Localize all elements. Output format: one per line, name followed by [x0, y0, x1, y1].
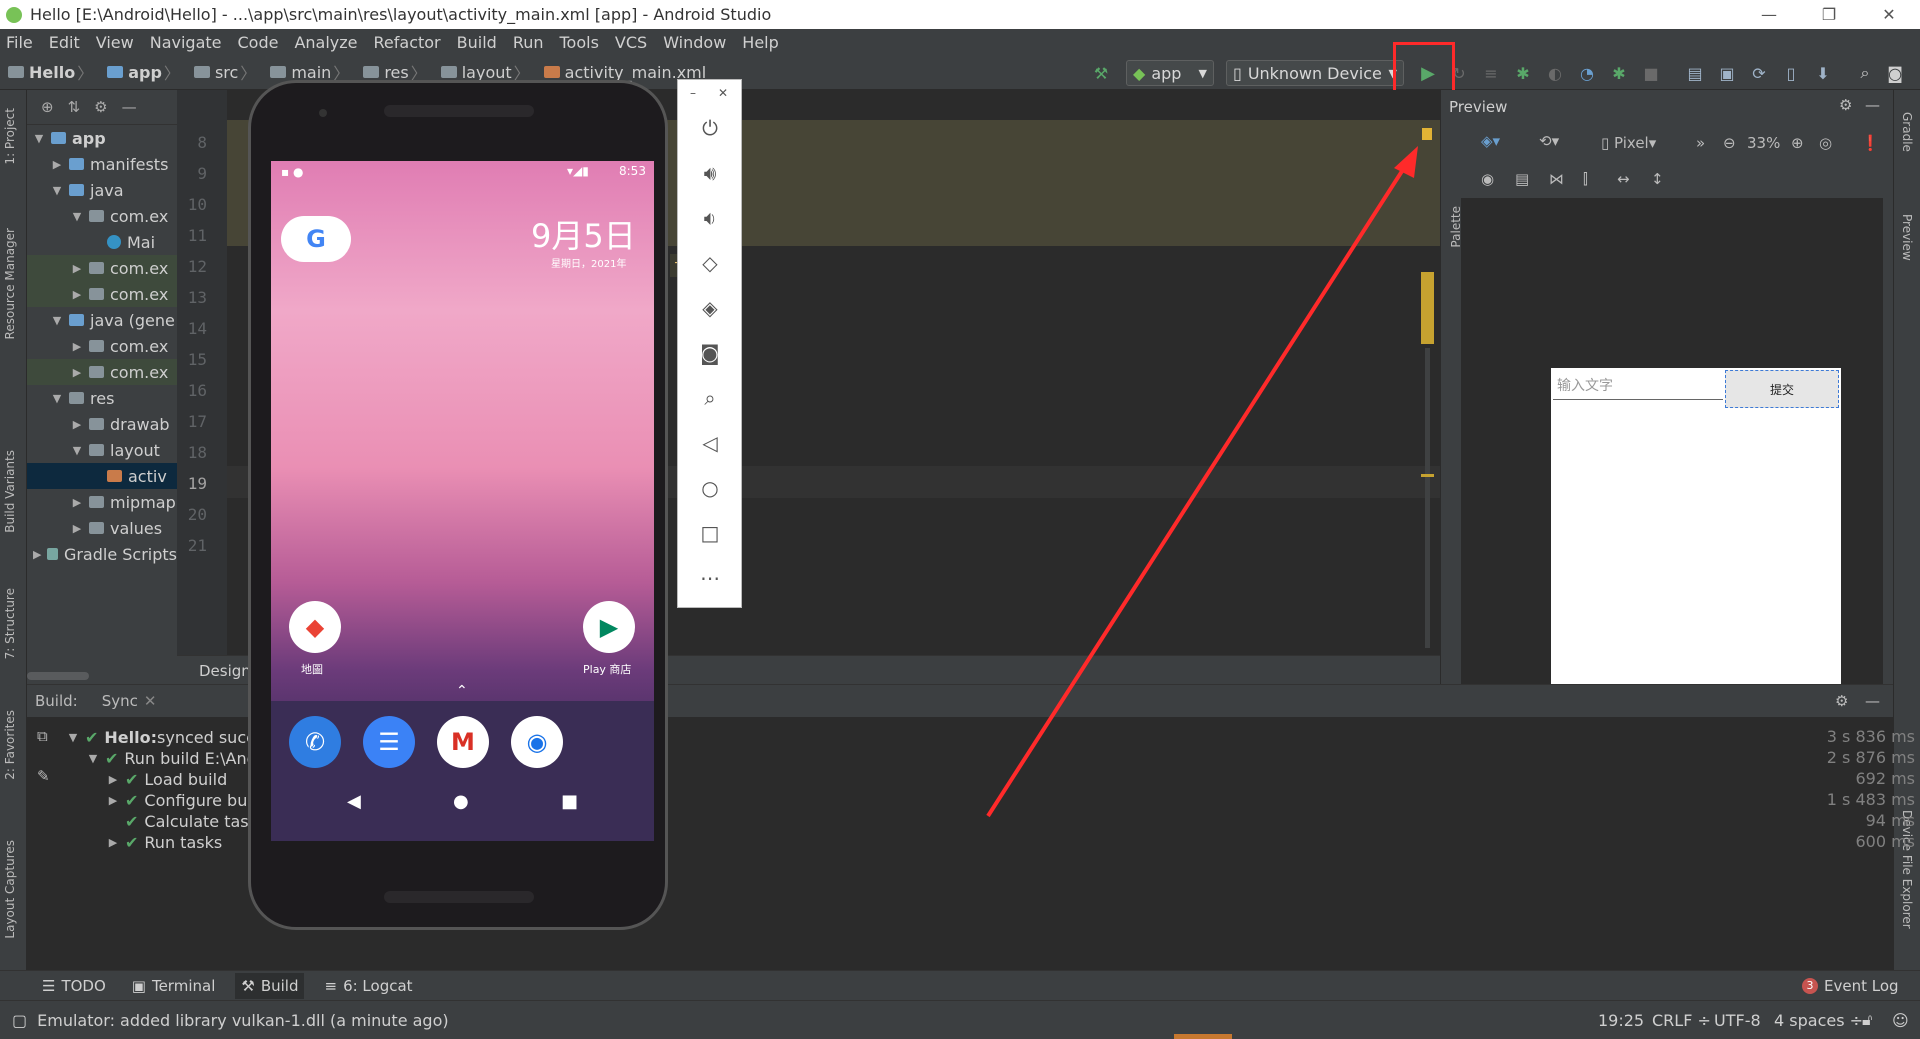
arrow-shaft	[986, 166, 1406, 818]
arrow-head	[1394, 146, 1418, 178]
annotation-arrow	[986, 146, 1418, 818]
